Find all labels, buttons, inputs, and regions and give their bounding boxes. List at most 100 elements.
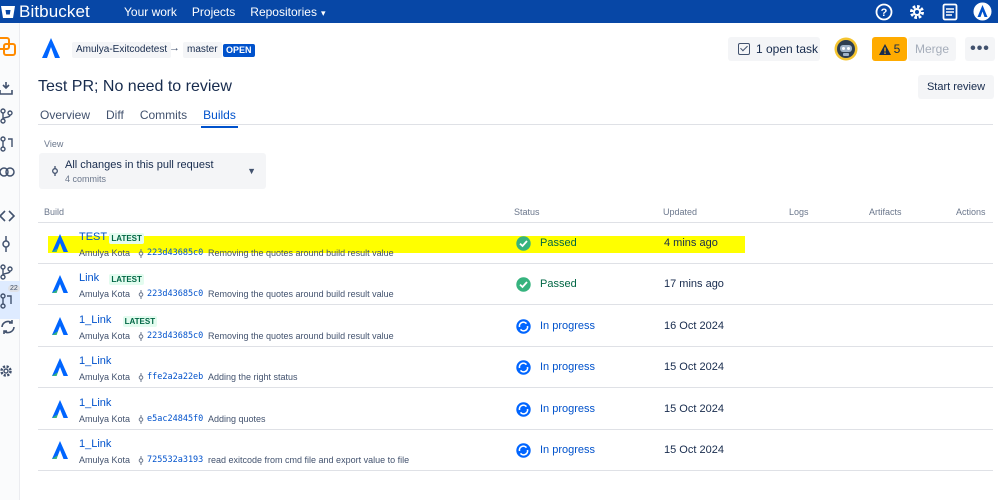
commit-hash-link[interactable]: 223d43685c0 bbox=[147, 289, 203, 299]
warnings-count: 5 bbox=[893, 42, 901, 56]
target-branch[interactable]: master bbox=[183, 42, 222, 58]
checkbox-icon bbox=[738, 43, 750, 55]
passed-check-icon bbox=[516, 277, 531, 293]
nav-repositories[interactable]: Repositories ▾ bbox=[250, 5, 340, 19]
build-name-link[interactable]: 1_Link bbox=[79, 314, 111, 326]
start-review-button[interactable]: Start review bbox=[918, 75, 994, 99]
commit-message: Removing the quotes around build result … bbox=[208, 330, 394, 341]
settings-icon[interactable] bbox=[907, 2, 926, 21]
source-branch[interactable]: Amulya-Exitcodetest bbox=[72, 42, 172, 58]
build-status[interactable]: Passed bbox=[540, 237, 577, 249]
table-row[interactable]: 1_Link Amulya Kota e5ac24845f0 Adding quote… bbox=[38, 389, 993, 430]
build-app-logo-icon bbox=[52, 399, 68, 418]
latest-lozenge: LATEST bbox=[122, 315, 158, 327]
pull-requests-count-badge: 22 bbox=[8, 285, 20, 292]
merge-button[interactable]: Merge bbox=[908, 37, 956, 61]
compare-icon[interactable] bbox=[0, 164, 16, 180]
build-updated-time: 16 Oct 2024 bbox=[664, 319, 724, 332]
left-sidebar: 22 bbox=[0, 23, 20, 500]
build-updated-time: 15 Oct 2024 bbox=[664, 361, 724, 374]
build-status[interactable]: In progress bbox=[540, 320, 595, 332]
build-name-link[interactable]: 1_Link bbox=[79, 438, 111, 450]
svg-text:?: ? bbox=[880, 7, 887, 19]
commit-hash-link[interactable]: 223d43685c0 bbox=[147, 248, 203, 258]
view-selected: All changes in this pull request bbox=[65, 159, 214, 171]
commit-message: Adding the right status bbox=[208, 372, 298, 383]
pull-requests-icon[interactable] bbox=[0, 293, 16, 309]
table-row[interactable]: 1_Link Amulya Kota ffe2a2a22eb Adding the r… bbox=[38, 347, 993, 389]
table-row[interactable]: 1_Link Amulya Kota 725532a3193 read exitcod… bbox=[38, 430, 993, 471]
notes-icon[interactable] bbox=[940, 2, 959, 21]
warnings-button[interactable]: 5 bbox=[872, 37, 907, 61]
column-header-build: Build bbox=[44, 207, 65, 217]
view-dropdown[interactable]: All changes in this pull request 4 commi… bbox=[39, 153, 266, 189]
commit-author: Amulya Kota bbox=[79, 455, 131, 465]
download-icon[interactable] bbox=[0, 80, 16, 96]
repository-settings-icon[interactable] bbox=[0, 363, 16, 379]
warning-icon bbox=[878, 43, 891, 55]
commit-icon bbox=[52, 166, 58, 176]
table-row[interactable]: 1_Link LATEST Amulya Kota 223d43685c0 Removi… bbox=[38, 306, 993, 347]
build-name-link[interactable]: Link bbox=[79, 272, 99, 284]
tab-commits[interactable]: Commits bbox=[138, 108, 189, 125]
branches-icon[interactable] bbox=[0, 264, 16, 280]
repository-icon[interactable] bbox=[0, 36, 18, 58]
bitbucket-logo-icon bbox=[1, 5, 15, 18]
commit-message: Adding quotes bbox=[208, 413, 266, 424]
commit-icon bbox=[138, 331, 144, 341]
commit-hash-link[interactable]: 223d43685c0 bbox=[147, 331, 203, 341]
help-icon[interactable]: ? bbox=[874, 2, 893, 21]
build-status[interactable]: In progress bbox=[540, 361, 595, 373]
commits-icon[interactable] bbox=[0, 236, 16, 252]
table-row[interactable]: Link LATEST Amulya Kota 223d43685c0 Removing… bbox=[38, 264, 993, 306]
build-updated-time: 15 Oct 2024 bbox=[664, 444, 724, 456]
more-actions-button[interactable]: ••• bbox=[965, 37, 995, 61]
tab-builds[interactable]: Builds bbox=[201, 108, 238, 128]
tab-overview[interactable]: Overview bbox=[38, 108, 92, 125]
source-icon[interactable] bbox=[0, 108, 16, 124]
reviewer-avatar[interactable] bbox=[834, 37, 858, 61]
commit-hash-link[interactable]: e5ac24845f0 bbox=[147, 414, 203, 424]
in-progress-icon bbox=[516, 443, 531, 458]
pull-request-icon[interactable] bbox=[0, 136, 16, 152]
bitbucket-brand[interactable]: Bitbucket bbox=[0, 0, 90, 23]
build-app-logo-icon bbox=[52, 441, 68, 459]
view-label: View bbox=[44, 139, 64, 149]
nav-projects[interactable]: Projects bbox=[192, 5, 235, 19]
view-commit-count: 4 commits bbox=[65, 174, 107, 184]
build-status[interactable]: In progress bbox=[540, 444, 595, 456]
column-header-logs: Logs bbox=[789, 207, 809, 217]
table-row[interactable]: TEST LATEST Amulya Kota 223d43685c0 Removing… bbox=[38, 223, 993, 264]
profile-avatar[interactable] bbox=[973, 2, 992, 21]
in-progress-icon bbox=[516, 319, 531, 334]
build-status[interactable]: Passed bbox=[540, 278, 577, 290]
build-name-link[interactable]: TEST bbox=[79, 231, 107, 243]
latest-lozenge: LATEST bbox=[109, 233, 144, 244]
code-icon[interactable] bbox=[0, 208, 16, 224]
commit-hash-link[interactable]: 725532a3193 bbox=[147, 455, 203, 465]
commit-message: Removing the quotes around build result … bbox=[208, 289, 394, 300]
build-name-link[interactable]: 1_Link bbox=[79, 355, 111, 367]
repository-avatar[interactable] bbox=[40, 37, 62, 59]
in-progress-icon bbox=[516, 401, 531, 417]
open-tasks-button[interactable]: 1 open task bbox=[728, 37, 820, 61]
build-status[interactable]: In progress bbox=[540, 403, 595, 415]
tab-diff[interactable]: Diff bbox=[104, 108, 126, 125]
build-name-link[interactable]: 1_Link bbox=[79, 397, 111, 409]
top-navigation-bar: Bitbucket Your work Projects Repositorie… bbox=[0, 0, 998, 23]
build-app-logo-icon bbox=[52, 316, 68, 335]
commit-icon bbox=[138, 414, 144, 424]
nav-your-work[interactable]: Your work bbox=[124, 5, 177, 19]
column-header-updated: Updated bbox=[663, 207, 698, 217]
commit-hash-link[interactable]: ffe2a2a22eb bbox=[147, 372, 203, 382]
build-app-logo-icon bbox=[52, 234, 68, 252]
pipelines-icon[interactable] bbox=[0, 319, 16, 335]
commit-author: Amulya Kota bbox=[79, 248, 131, 258]
page-title: Test PR; No need to review bbox=[38, 78, 232, 95]
build-updated-time: 15 Oct 2024 bbox=[664, 402, 724, 415]
tabs-divider bbox=[38, 124, 993, 125]
chevron-down-icon: ▼ bbox=[247, 166, 256, 176]
passed-check-icon bbox=[516, 236, 531, 251]
build-app-logo-icon bbox=[52, 275, 68, 294]
branch-arrow-icon: → bbox=[169, 42, 180, 54]
